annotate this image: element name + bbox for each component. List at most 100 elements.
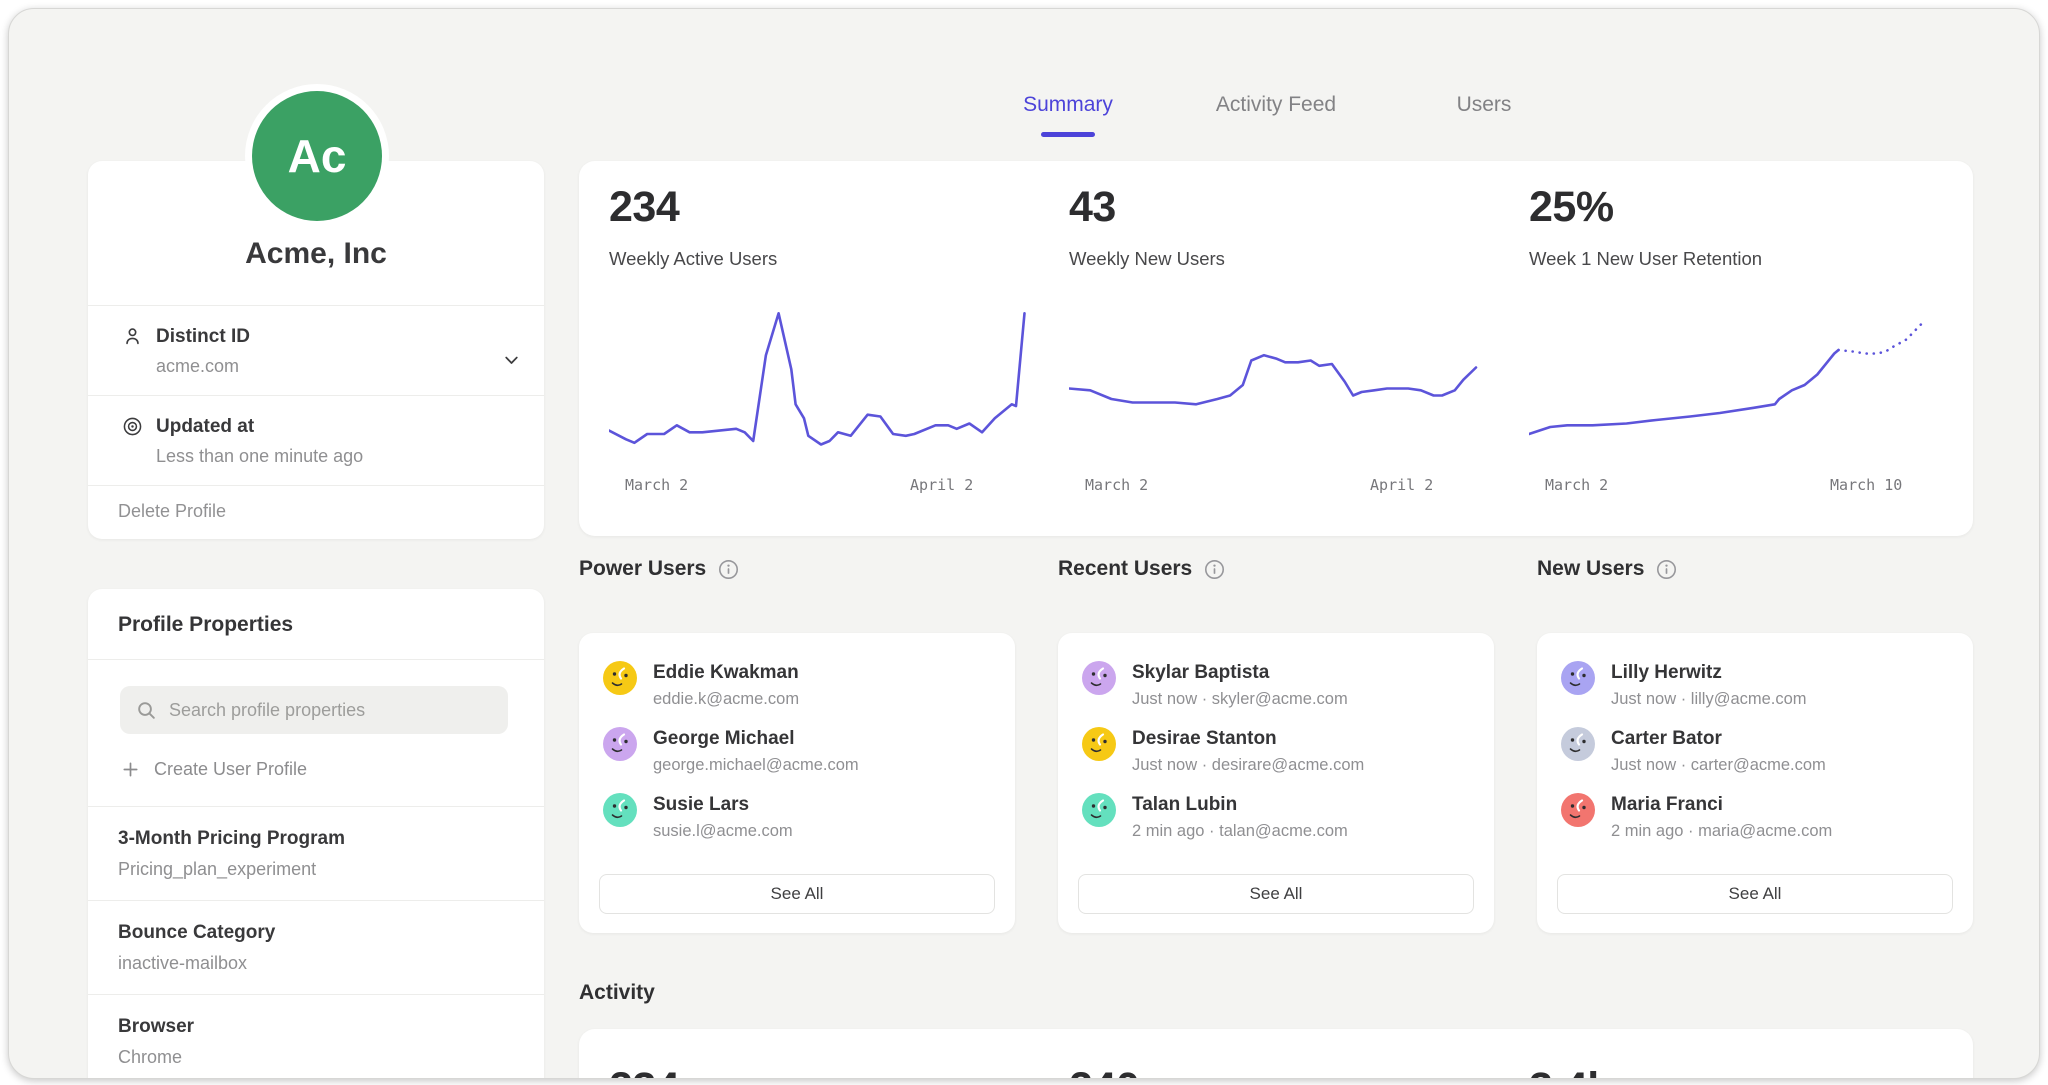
avatar	[1082, 793, 1116, 827]
activity-stat: 234	[609, 1064, 1033, 1079]
company-avatar: Ac	[252, 91, 382, 221]
user-detail: eddie.k@acme.com	[653, 690, 799, 709]
activity-stat: 240	[1069, 1064, 1493, 1079]
retention-value: 25%	[1529, 183, 1953, 232]
avatar	[603, 727, 637, 761]
property-row[interactable]: Bounce Category inactive-mailbox	[88, 900, 544, 994]
user-name: Eddie Kwakman	[653, 662, 799, 684]
x-axis-end-label: March 10	[1830, 476, 1902, 494]
recent-users-title: Recent Users	[1058, 557, 1192, 581]
user-row[interactable]: Lilly Herwitz Just now · lilly@acme.com	[1561, 661, 1953, 727]
property-value: Chrome	[118, 1047, 514, 1068]
user-name: Maria Franci	[1611, 794, 1832, 816]
see-all-button[interactable]: See All	[599, 874, 995, 914]
weekly-active-users-column: 234 Weekly Active Users March 2 April 2	[609, 161, 1033, 536]
avatar	[1561, 727, 1595, 761]
avatar	[1082, 727, 1116, 761]
user-row[interactable]: Carter Bator Just now · carter@acme.com	[1561, 727, 1953, 793]
user-row[interactable]: Talan Lubin 2 min ago · talan@acme.com	[1082, 793, 1474, 859]
weekly-active-users-sparkline	[609, 294, 1033, 469]
new-users-title: New Users	[1537, 557, 1644, 581]
user-detail: 2 min ago · talan@acme.com	[1132, 822, 1348, 841]
chevron-down-icon[interactable]	[501, 350, 522, 371]
avatar	[603, 661, 637, 695]
user-detail: Just now · carter@acme.com	[1611, 756, 1826, 775]
distinct-id-value: acme.com	[156, 356, 520, 377]
recent-users-card: Skylar Baptista Just now · skyler@acme.c…	[1058, 633, 1494, 933]
user-detail: Just now · desirare@acme.com	[1132, 756, 1364, 775]
retention-sparkline	[1529, 294, 1953, 469]
x-axis-labels: March 2 March 10	[1529, 476, 1953, 498]
user-name: Desirae Stanton	[1132, 728, 1364, 750]
weekly-new-users-column: 43 Weekly New Users March 2 April 2	[1069, 161, 1493, 536]
eye-icon	[121, 415, 144, 438]
distinct-id-row: Distinct ID acme.com	[88, 305, 544, 395]
x-axis-start-label: March 2	[1545, 476, 1608, 494]
retention-column: 25% Week 1 New User Retention March 2 Ma…	[1529, 161, 1953, 536]
summary-stats-card: 234 Weekly Active Users March 2 April 2 …	[579, 161, 1973, 536]
property-label: Browser	[118, 1016, 514, 1038]
property-label: Bounce Category	[118, 922, 514, 944]
info-icon[interactable]	[1204, 559, 1225, 580]
user-name: George Michael	[653, 728, 859, 750]
user-detail: Just now · skyler@acme.com	[1132, 690, 1348, 709]
property-row[interactable]: 3-Month Pricing Program Pricing_plan_exp…	[88, 806, 544, 900]
power-users-card: Eddie Kwakman eddie.k@acme.com George Mi…	[579, 633, 1015, 933]
power-users-title: Power Users	[579, 557, 706, 581]
retention-label: Week 1 New User Retention	[1529, 248, 1953, 270]
property-label: 3-Month Pricing Program	[118, 828, 514, 850]
tab-summary-label: Summary	[1023, 93, 1113, 117]
distinct-id-label: Distinct ID	[156, 326, 250, 348]
updated-at-row: Updated at Less than one minute ago	[88, 395, 544, 485]
updated-at-label: Updated at	[156, 416, 254, 438]
tab-users-label: Users	[1457, 93, 1512, 117]
plus-icon	[121, 760, 140, 779]
tab-bar: Summary Activity Feed Users	[579, 93, 1973, 137]
company-avatar-initials: Ac	[288, 129, 347, 183]
user-name: Skylar Baptista	[1132, 662, 1348, 684]
search-profile-properties-input[interactable]	[169, 700, 492, 721]
see-all-button[interactable]: See All	[1557, 874, 1953, 914]
info-icon[interactable]	[1656, 559, 1677, 580]
profile-properties-title: Profile Properties	[88, 589, 544, 659]
profile-properties-card: Profile Properties Create User Profile 3…	[88, 589, 544, 1079]
x-axis-start-label: March 2	[625, 476, 688, 494]
user-detail: Just now · lilly@acme.com	[1611, 690, 1807, 709]
tab-users[interactable]: Users	[1380, 93, 1588, 137]
tab-activity-feed-label: Activity Feed	[1216, 93, 1336, 117]
x-axis-labels: March 2 April 2	[1069, 476, 1493, 498]
see-all-button[interactable]: See All	[1078, 874, 1474, 914]
tab-summary[interactable]: Summary	[964, 93, 1172, 137]
user-detail: susie.l@acme.com	[653, 822, 793, 841]
search-box	[120, 686, 508, 734]
user-row[interactable]: George Michael george.michael@acme.com	[603, 727, 995, 793]
info-icon[interactable]	[718, 559, 739, 580]
delete-profile-button[interactable]: Delete Profile	[88, 485, 544, 539]
search-icon	[136, 700, 157, 721]
x-axis-end-label: April 2	[1370, 476, 1433, 494]
avatar	[603, 793, 637, 827]
power-users-heading: Power Users	[579, 557, 1015, 581]
user-row[interactable]: Susie Lars susie.l@acme.com	[603, 793, 995, 859]
user-row[interactable]: Desirae Stanton Just now · desirare@acme…	[1082, 727, 1474, 793]
recent-users-heading: Recent Users	[1058, 557, 1494, 581]
weekly-active-users-label: Weekly Active Users	[609, 248, 1033, 270]
user-name: Carter Bator	[1611, 728, 1826, 750]
activity-stat: 3.4k	[1529, 1064, 1953, 1079]
user-row[interactable]: Maria Franci 2 min ago · maria@acme.com	[1561, 793, 1953, 859]
tab-activity-feed[interactable]: Activity Feed	[1172, 93, 1380, 137]
user-row[interactable]: Eddie Kwakman eddie.k@acme.com	[603, 661, 995, 727]
user-name: Susie Lars	[653, 794, 793, 816]
avatar	[1082, 661, 1116, 695]
x-axis-start-label: March 2	[1085, 476, 1148, 494]
new-users-card: Lilly Herwitz Just now · lilly@acme.com …	[1537, 633, 1973, 933]
user-name: Talan Lubin	[1132, 794, 1348, 816]
user-row[interactable]: Skylar Baptista Just now · skyler@acme.c…	[1082, 661, 1474, 727]
new-users-heading: New Users	[1537, 557, 1973, 581]
updated-at-value: Less than one minute ago	[156, 446, 520, 467]
create-user-profile-button[interactable]: Create User Profile	[88, 734, 544, 806]
activity-title: Activity	[579, 981, 655, 1005]
property-value: inactive-mailbox	[118, 953, 514, 974]
property-row[interactable]: Browser Chrome	[88, 994, 544, 1079]
property-value: Pricing_plan_experiment	[118, 859, 514, 880]
